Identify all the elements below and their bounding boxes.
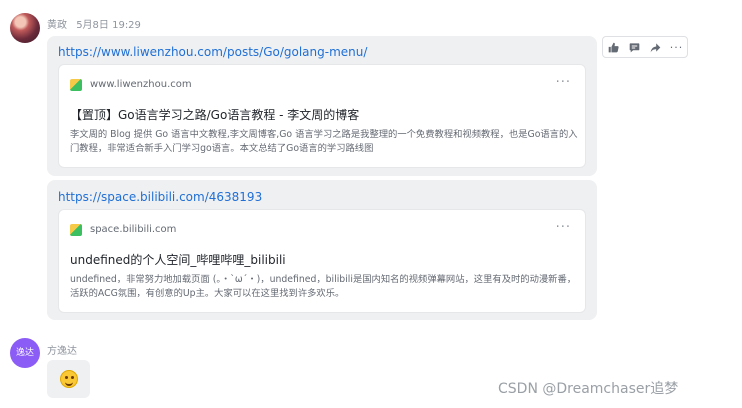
avatar[interactable] — [10, 13, 40, 43]
avatar[interactable]: 逸达 — [10, 338, 40, 368]
message-actions-toolbar: ··· — [602, 36, 688, 58]
sender-name[interactable]: 黄政 — [47, 20, 67, 31]
more-icon[interactable]: ··· — [666, 37, 687, 57]
smiley-emoji-icon — [59, 370, 78, 388]
card-more-button[interactable]: ··· — [556, 220, 571, 235]
message-meta: 黄政 5月8日 19:29 — [47, 16, 141, 31]
preview-title[interactable]: 【置顶】Go语言学习之路/Go语言教程 - 李文周的博客 — [70, 106, 359, 123]
message-meta: 方逸达 — [47, 342, 83, 357]
preview-description: undefined，非常努力地加载页面 (。・`ω´・)，undefined，b… — [70, 274, 577, 299]
thumbs-up-icon[interactable] — [603, 37, 624, 57]
message-link[interactable]: https://space.bilibili.com/4638193 — [58, 190, 262, 204]
forward-icon[interactable] — [645, 37, 666, 57]
message-time: 5月8日 19:29 — [76, 20, 141, 31]
preview-description: 李文周的 Blog 提供 Go 语言中文教程,李文周博客,Go 语言学习之路是我… — [70, 129, 578, 154]
message-bubble: https://space.bilibili.com/4638193 space… — [47, 180, 597, 320]
link-preview-card[interactable]: www.liwenzhou.com ··· 【置顶】Go语言学习之路/Go语言教… — [58, 64, 586, 168]
site-favicon-icon — [70, 79, 82, 91]
sender-name[interactable]: 方逸达 — [47, 346, 77, 357]
link-preview-card[interactable]: space.bilibili.com ··· undefined的个人空间_哔哩… — [58, 209, 586, 313]
card-more-button[interactable]: ··· — [556, 75, 571, 90]
message-bubble: https://www.liwenzhou.com/posts/Go/golan… — [47, 36, 597, 176]
message-link[interactable]: https://www.liwenzhou.com/posts/Go/golan… — [58, 45, 367, 59]
comment-icon[interactable] — [624, 37, 645, 57]
preview-title[interactable]: undefined的个人空间_哔哩哔哩_bilibili — [70, 251, 286, 268]
preview-site: space.bilibili.com — [90, 224, 177, 235]
watermark: CSDN @Dreamchaser追梦 — [498, 381, 679, 397]
site-favicon-icon — [70, 224, 82, 236]
emoji-message — [47, 360, 90, 398]
preview-site: www.liwenzhou.com — [90, 79, 192, 90]
